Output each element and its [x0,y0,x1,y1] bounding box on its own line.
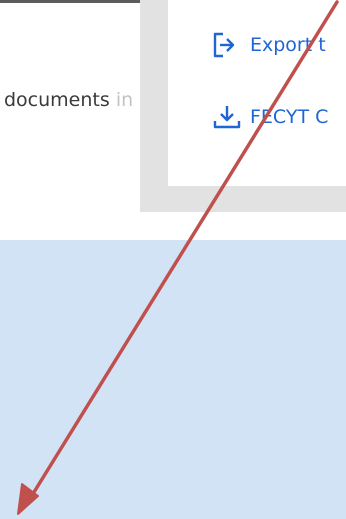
fecyt-menu-item[interactable]: FECYT C [212,102,328,132]
fecyt-menu-label: FECYT C [250,106,329,128]
export-menu-label: Export t [250,34,326,56]
selection-highlight-area [0,240,346,519]
export-menu: Export t FECYT C [168,0,346,186]
export-icon [212,30,242,60]
documents-suffix: in [115,89,134,111]
documents-text: documents in [4,86,133,114]
export-menu-item[interactable]: Export t [212,30,326,60]
download-icon [212,102,242,132]
documents-label: documents [4,89,110,111]
